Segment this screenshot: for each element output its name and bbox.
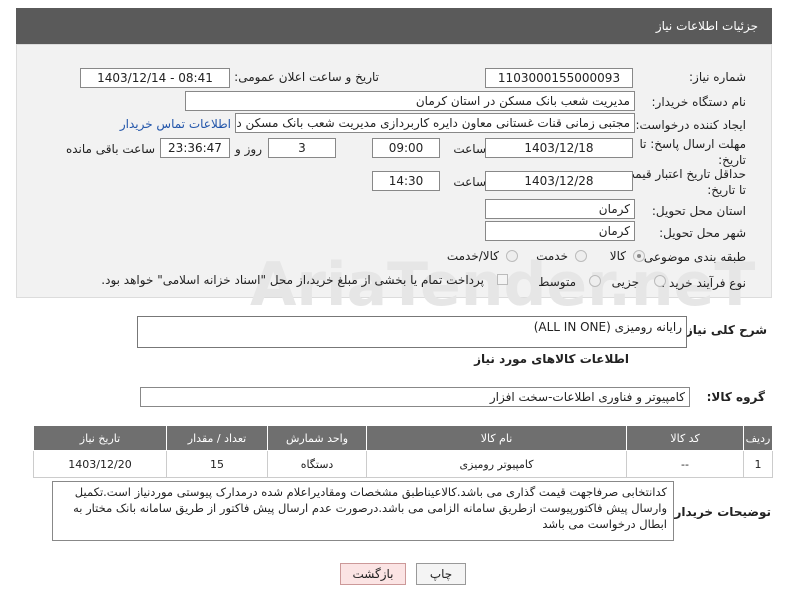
process-radio-minor[interactable] xyxy=(654,275,666,287)
print-button[interactable]: چاپ xyxy=(416,563,466,585)
cell-unit: دستگاه xyxy=(267,450,367,478)
cell-name: کامپیوتر رومیزی xyxy=(366,450,627,478)
category-label: طبقه بندی موضوعی: xyxy=(639,250,746,264)
table-row[interactable]: 1 -- کامپیوتر رومیزی دستگاه 15 1403/12/2… xyxy=(33,450,773,478)
price-validity-label: حداقل تاریخ اعتبار قیمت: تا تاریخ: xyxy=(619,167,746,197)
cell-row: 1 xyxy=(743,450,773,478)
treasury-checkbox[interactable] xyxy=(497,274,508,285)
col-name: نام کالا xyxy=(366,425,627,451)
time-remaining-field[interactable]: 23:36:47 xyxy=(160,138,230,158)
requester-label: ایجاد کننده درخواست: xyxy=(635,118,746,132)
time-remaining-label: ساعت باقی مانده xyxy=(65,142,155,156)
reply-deadline-date-field[interactable]: 1403/12/18 xyxy=(485,138,633,158)
price-validity-time-field[interactable]: 14:30 xyxy=(372,171,440,191)
delivery-city-field[interactable]: کرمان xyxy=(485,221,635,241)
col-date: تاریخ نیاز xyxy=(33,425,167,451)
page-header: جزئیات اطلاعات نیاز xyxy=(16,8,772,44)
price-validity-time-label: ساعت xyxy=(453,175,486,189)
days-remaining-field[interactable]: 3 xyxy=(268,138,336,158)
price-validity-date-field[interactable]: 1403/12/28 xyxy=(485,171,633,191)
process-type-label: نوع فرآیند خرید : xyxy=(661,276,746,290)
cell-date: 1403/12/20 xyxy=(33,450,167,478)
requester-field[interactable]: مجتبی زمانی قنات غستانی معاون دایره کارب… xyxy=(235,113,635,133)
summary-label: شرح کلی نیاز: xyxy=(681,323,767,337)
category-option-goods: کالا xyxy=(609,249,626,263)
process-option-minor: جزیی xyxy=(611,275,639,289)
col-code: کد کالا xyxy=(626,425,744,451)
category-option-goods-service: کالا/خدمت xyxy=(446,249,499,263)
goods-group-label: گروه کالا: xyxy=(706,390,765,404)
category-radio-goods[interactable] xyxy=(633,250,645,262)
process-radio-medium[interactable] xyxy=(589,275,601,287)
reply-time-label: ساعت xyxy=(453,142,486,156)
buyer-notes-label: توضیحات خریدار: xyxy=(669,505,771,519)
cell-code: -- xyxy=(626,450,744,478)
process-option-medium: متوسط xyxy=(538,275,576,289)
buyer-notes-field[interactable]: کدانتخابی صرفاجهت قیمت گذاری می باشد.کال… xyxy=(52,481,674,541)
delivery-province-field[interactable]: کرمان xyxy=(485,199,635,219)
need-number-label: شماره نیاز: xyxy=(689,70,746,84)
delivery-city-label: شهر محل تحویل: xyxy=(659,226,746,240)
category-radio-service[interactable] xyxy=(575,250,587,262)
category-radio-goods-service[interactable] xyxy=(506,250,518,262)
summary-field[interactable]: رایانه رومیزی (ALL IN ONE) xyxy=(137,316,687,348)
goods-table: ردیف کد کالا نام کالا واحد شمارش تعداد /… xyxy=(33,425,773,478)
delivery-province-label: استان محل تحویل: xyxy=(651,204,746,218)
announce-datetime-field[interactable]: 1403/12/14 - 08:41 xyxy=(80,68,230,88)
table-header-row: ردیف کد کالا نام کالا واحد شمارش تعداد /… xyxy=(33,425,773,451)
treasury-checkbox-text: پرداخت تمام یا بخشی از مبلغ خرید،از محل … xyxy=(101,273,484,287)
category-option-service: خدمت xyxy=(536,249,568,263)
col-row: ردیف xyxy=(743,425,773,451)
announce-datetime-label: تاریخ و ساعت اعلان عمومی: xyxy=(234,70,379,84)
cell-quantity: 15 xyxy=(166,450,268,478)
reply-deadline-time-field[interactable]: 09:00 xyxy=(372,138,440,158)
days-label: روز و xyxy=(235,142,262,156)
goods-group-field[interactable]: کامپیوتر و فناوری اطلاعات-سخت افزار xyxy=(140,387,690,407)
col-quantity: تعداد / مقدار xyxy=(166,425,268,451)
need-number-field[interactable]: 1103000155000093 xyxy=(485,68,633,88)
page-title: جزئیات اطلاعات نیاز xyxy=(655,19,758,33)
col-unit: واحد شمارش xyxy=(267,425,367,451)
reply-deadline-label: مهلت ارسال پاسخ: تا تاریخ: xyxy=(639,137,746,167)
back-button[interactable]: بازگشت xyxy=(340,563,406,585)
buyer-org-label: نام دستگاه خریدار: xyxy=(651,95,747,109)
goods-section-title: اطلاعات کالاهای مورد نیاز xyxy=(474,352,629,366)
buyer-org-field[interactable]: مدیریت شعب بانک مسکن در استان کرمان xyxy=(185,91,635,111)
buyer-contact-link[interactable]: اطلاعات تماس خریدار xyxy=(120,117,231,131)
